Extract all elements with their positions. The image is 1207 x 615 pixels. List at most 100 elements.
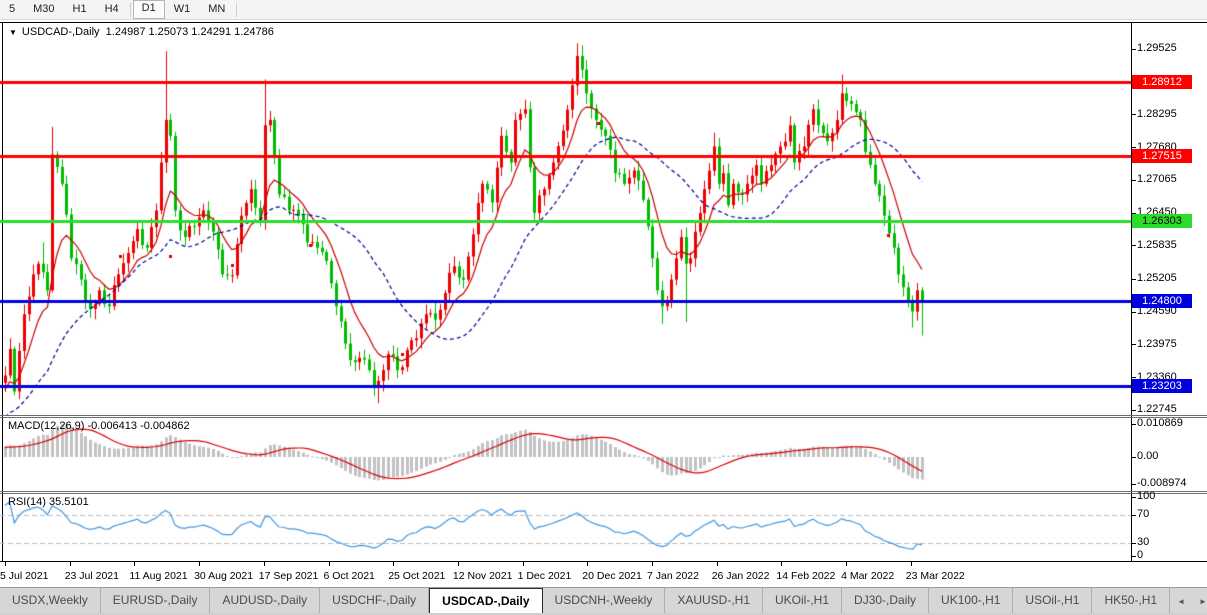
date-tick-label: 23 Jul 2021 <box>65 570 119 582</box>
tab-uk100-h1[interactable]: UK100-,H1 <box>929 588 1013 614</box>
price-tick-mark <box>1131 114 1136 115</box>
date-tick-label: 12 Nov 2021 <box>453 570 513 582</box>
timeframe-button-d1[interactable]: D1 <box>133 0 165 19</box>
price-tick-mark <box>1131 279 1136 280</box>
macd-name: MACD(12,26,9) <box>8 420 84 432</box>
timeframe-button-h4[interactable]: H4 <box>96 1 128 18</box>
date-tick-label: 20 Dec 2021 <box>582 570 642 582</box>
chart-tab-bar: USDX,WeeklyEURUSD-,DailyAUDUSD-,DailyUSD… <box>0 587 1207 614</box>
price-tick-mark <box>1131 180 1136 181</box>
level-price-badge: 1.26303 <box>1132 214 1192 228</box>
tab-usdchf-daily[interactable]: USDCHF-,Daily <box>320 588 429 614</box>
date-tick-mark <box>5 562 6 566</box>
macd-tick-mark <box>1131 484 1136 485</box>
chart-title: ▼ USDCAD-,Daily 1.24987 1.25073 1.24291 1… <box>9 26 274 38</box>
macd-pane-top-border <box>0 417 1207 418</box>
rsi-tick-mark <box>1131 543 1136 544</box>
timeframe-button-w1[interactable]: W1 <box>165 1 200 18</box>
price-tick-mark <box>1131 312 1136 313</box>
macd-tick-label: -0.008974 <box>1137 477 1187 489</box>
chart-symbol-label: USDCAD-,Daily <box>22 26 100 38</box>
macd-values: -0.006413 -0.004862 <box>87 420 189 432</box>
timeframe-toolbar: 5M30H1H4 D1W1MN <box>0 0 1207 20</box>
macd-tick-mark <box>1131 424 1136 425</box>
tab-scroll-right-icon[interactable]: ► <box>1192 597 1207 606</box>
rsi-tick-mark <box>1131 515 1136 516</box>
date-tick-label: 1 Dec 2021 <box>518 570 572 582</box>
date-tick-label: 4 Mar 2022 <box>841 570 894 582</box>
rsi-tick-label: 0 <box>1137 549 1143 561</box>
date-tick-mark <box>781 562 782 566</box>
main-price-chart-canvas[interactable] <box>0 23 1131 415</box>
level-price-badge: 1.28912 <box>1132 75 1192 89</box>
tab-usoil-h1[interactable]: USOil-,H1 <box>1013 588 1092 614</box>
main-macd-splitter[interactable] <box>0 415 1207 416</box>
rsi-label: RSI(14) 35.5101 <box>8 496 89 508</box>
date-tick-mark <box>911 562 912 566</box>
macd-tick-mark <box>1131 457 1136 458</box>
tab-xauusd-h1[interactable]: XAUUSD-,H1 <box>665 588 763 614</box>
date-tick-mark <box>264 562 265 566</box>
date-tick-mark <box>329 562 330 566</box>
price-tick-label: 1.22745 <box>1137 403 1177 415</box>
date-tick-label: 14 Feb 2022 <box>776 570 835 582</box>
tab-usdcad-daily[interactable]: USDCAD-,Daily <box>429 588 542 614</box>
tab-audusd-daily[interactable]: AUDUSD-,Daily <box>210 588 320 614</box>
date-tick-mark <box>393 562 394 566</box>
rsi-tick-mark <box>1131 556 1136 557</box>
chevron-down-icon[interactable]: ▼ <box>9 28 17 37</box>
toolbar-separator <box>130 3 131 17</box>
timeframe-button-m30[interactable]: M30 <box>24 1 63 18</box>
rsi-tick-mark <box>1131 497 1136 498</box>
date-tick-mark <box>652 562 653 566</box>
date-tick-label: 30 Aug 2021 <box>194 570 253 582</box>
rsi-pane-top-border <box>0 493 1207 494</box>
date-tick-label: 23 Mar 2022 <box>906 570 965 582</box>
date-tick-label: 5 Jul 2021 <box>0 570 48 582</box>
rsi-tick-label: 30 <box>1137 536 1149 548</box>
date-tick-mark <box>523 562 524 566</box>
tab-usdx-weekly[interactable]: USDX,Weekly <box>0 588 101 614</box>
date-axis: 5 Jul 2021 23 Jul 2021 11 Aug 2021 30 Aug 2… <box>0 562 1207 587</box>
tab-scroll-left-icon[interactable]: ◄ <box>1170 597 1192 606</box>
macd-rsi-splitter[interactable] <box>0 491 1207 492</box>
tab-scroll-arrows: ◄► <box>1170 588 1207 614</box>
date-tick-label: 26 Jan 2022 <box>712 570 770 582</box>
price-tick-mark <box>1131 147 1136 148</box>
price-tick-label: 1.25205 <box>1137 272 1177 284</box>
tab-usdcnh-weekly[interactable]: USDCNH-,Weekly <box>543 588 666 614</box>
macd-tick-label: 0.010869 <box>1137 417 1183 429</box>
price-tick-label: 1.23975 <box>1137 338 1177 350</box>
date-tick-label: 11 Aug 2021 <box>129 570 187 582</box>
level-price-badge: 1.23203 <box>1132 379 1192 393</box>
date-tick-label: 25 Oct 2021 <box>388 570 445 582</box>
date-tick-label: 7 Jan 2022 <box>647 570 699 582</box>
price-axis-line <box>1131 22 1132 562</box>
price-tick-mark <box>1131 245 1136 246</box>
price-tick-label: 1.27065 <box>1137 173 1177 185</box>
tab-dj30-daily[interactable]: DJ30-,Daily <box>842 588 929 614</box>
tab-eurusd-daily[interactable]: EURUSD-,Daily <box>101 588 211 614</box>
timeframe-button-5[interactable]: 5 <box>0 1 24 18</box>
toolbar-separator <box>236 3 237 17</box>
rsi-tick-label: 100 <box>1137 490 1155 502</box>
price-tick-mark <box>1131 49 1136 50</box>
timeframe-button-mn[interactable]: MN <box>199 1 234 18</box>
rsi-tick-label: 70 <box>1137 508 1149 520</box>
rsi-indicator-canvas[interactable] <box>0 493 1131 561</box>
date-tick-label: 17 Sep 2021 <box>259 570 319 582</box>
tab-ukoil-h1[interactable]: UKOil-,H1 <box>763 588 842 614</box>
price-tick-mark <box>1131 377 1136 378</box>
chart-ohlc-values: 1.24987 1.25073 1.24291 1.24786 <box>106 26 274 38</box>
level-price-badge: 1.24800 <box>1132 294 1192 308</box>
price-tick-label: 1.25835 <box>1137 239 1177 251</box>
macd-tick-label: 0.00 <box>1137 450 1158 462</box>
price-tick-mark <box>1131 410 1136 411</box>
tab-hk50-h1[interactable]: HK50-,H1 <box>1092 588 1170 614</box>
date-tick-mark <box>458 562 459 566</box>
date-tick-mark <box>717 562 718 566</box>
macd-label: MACD(12,26,9) -0.006413 -0.004862 <box>8 420 190 432</box>
level-price-badge: 1.27515 <box>1132 149 1192 163</box>
timeframe-button-h1[interactable]: H1 <box>64 1 96 18</box>
date-tick-mark <box>587 562 588 566</box>
